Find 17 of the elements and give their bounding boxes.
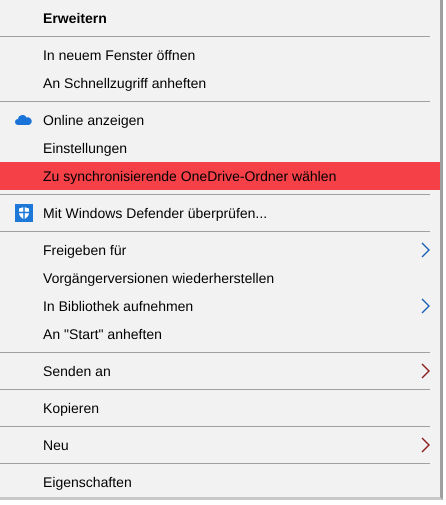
cloud-icon	[15, 115, 32, 125]
shield-icon	[14, 204, 32, 222]
menu-item[interactable]: Erweitern	[0, 4, 440, 32]
menu-item[interactable]: Mit Windows Defender überprüfen...	[0, 199, 440, 227]
menu-item[interactable]: Einstellungen	[0, 134, 440, 162]
menu-item[interactable]: An "Start" anheften	[0, 320, 440, 348]
menu-item[interactable]: Senden an	[0, 357, 440, 385]
menu-item[interactable]: Neu	[0, 431, 440, 459]
menu-item[interactable]: Freigeben für	[0, 236, 440, 264]
menu-item[interactable]: In neuem Fenster öffnen	[0, 41, 440, 69]
menu-item[interactable]: Zu synchronisierende OneDrive-Ordner wählen	[0, 162, 440, 190]
menu-item[interactable]: An Schnellzugriff anheften	[0, 69, 440, 97]
menu-item[interactable]: Kopieren	[0, 394, 440, 422]
menu-item[interactable]: Online anzeigen	[0, 106, 440, 134]
menu-item[interactable]: Eigenschaften	[0, 468, 440, 496]
menu-item[interactable]: In Bibliothek aufnehmen	[0, 292, 440, 320]
menu-item[interactable]: Vorgängerversionen wiederherstellen	[0, 264, 440, 292]
